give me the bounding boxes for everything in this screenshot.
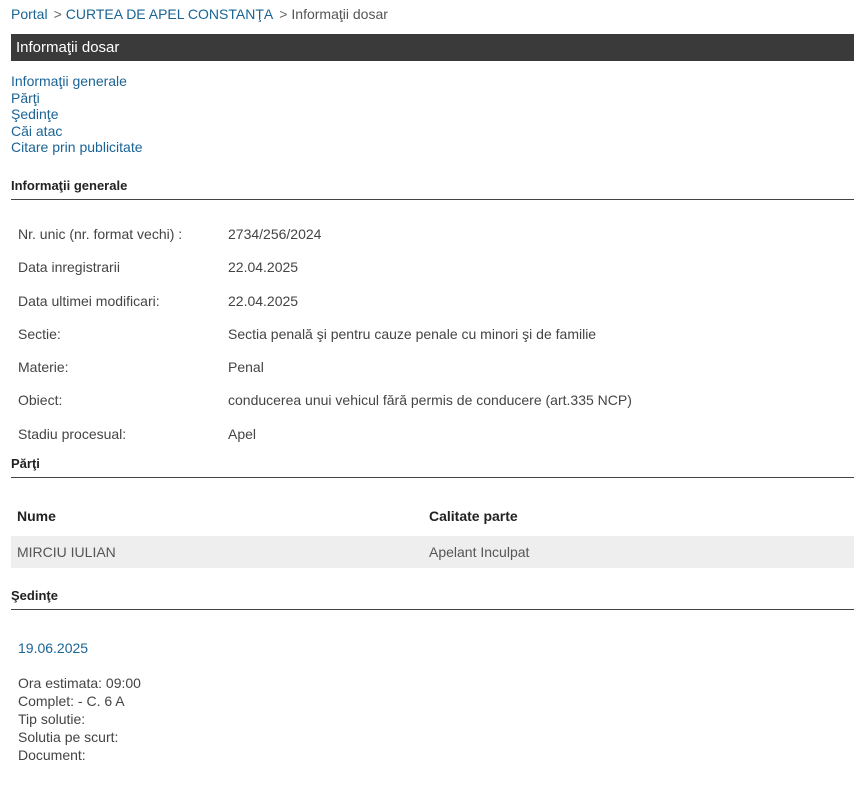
info-value: 22.04.2025	[228, 292, 299, 309]
session-detail: Tip solutie:	[18, 711, 86, 728]
info-value: conducerea unui vehicul fără permis de c…	[228, 392, 632, 409]
nav-link-citare[interactable]: Citare prin publicitate	[11, 139, 854, 156]
nav-link-sedinte[interactable]: Şedinţe	[11, 106, 854, 123]
page-title: Informaţii dosar	[11, 34, 854, 61]
breadcrumb-court-link[interactable]: CURTEA DE APEL CONSTANŢA	[66, 6, 273, 22]
info-row: Sectie: Sectia penală şi pentru cauze pe…	[11, 326, 854, 359]
session-detail: Document:	[18, 747, 86, 764]
info-value: Apel	[228, 425, 257, 442]
page: Portal > CURTEA DE APEL CONSTANŢA > Informaţ…	[11, 0, 854, 764]
table-header-row: Nume Calitate parte	[11, 508, 854, 534]
info-row: Stadiu procesual: Apel	[11, 426, 854, 459]
info-label: Materie:	[18, 359, 69, 376]
info-row: Nr. unic (nr. format vechi) : 2734/256/2…	[11, 226, 854, 259]
breadcrumb: Portal > CURTEA DE APEL CONSTANŢA > Informaţ…	[11, 0, 854, 30]
info-value: 22.04.2025	[228, 259, 299, 276]
info-value: Penal	[228, 359, 264, 376]
breadcrumb-separator: >	[279, 6, 288, 22]
parti-table: Nume Calitate parte MIRCIU IULIAN Apelan…	[11, 508, 854, 569]
column-header-role: Calitate parte	[429, 508, 518, 525]
session-detail: Complet: - C. 6 A	[18, 693, 125, 710]
session-detail: Ora estimata: 09:00	[18, 675, 141, 692]
info-label: Data ultimei modificari:	[18, 292, 160, 309]
nav-link-informatii-generale[interactable]: Informaţii generale	[11, 73, 854, 90]
party-role: Apelant Inculpat	[429, 544, 530, 561]
section-nav: Informaţii generale Părţi Şedinţe Căi at…	[11, 73, 854, 156]
breadcrumb-portal-link[interactable]: Portal	[11, 6, 48, 22]
section-heading-general: Informaţii generale	[11, 178, 854, 200]
session-date: 19.06.2025	[18, 640, 89, 657]
info-label: Data inregistrarii	[18, 259, 120, 276]
sedinte-block: 19.06.2025 Ora estimata: 09:00 Complet: …	[11, 640, 854, 764]
info-row: Obiect: conducerea unui vehicul fără per…	[11, 392, 854, 425]
section-heading-sedinte: Şedinţe	[11, 588, 854, 611]
info-label: Stadiu procesual:	[18, 425, 127, 442]
column-header-name: Nume	[17, 508, 56, 525]
info-row: Data ultimei modificari: 22.04.2025	[11, 293, 854, 326]
nav-link-cai-atac[interactable]: Căi atac	[11, 123, 854, 140]
breadcrumb-separator: >	[53, 6, 62, 22]
info-value: Sectia penală şi pentru cauze penale cu …	[228, 325, 597, 342]
info-value: 2734/256/2024	[228, 225, 322, 242]
session-details: Ora estimata: 09:00 Complet: - C. 6 A Ti…	[18, 674, 854, 764]
party-name: MIRCIU IULIAN	[17, 544, 116, 561]
info-row: Data inregistrarii 22.04.2025	[11, 259, 854, 292]
nav-link-parti[interactable]: Părţi	[11, 90, 854, 107]
info-row: Materie: Penal	[11, 359, 854, 392]
info-label: Sectie:	[18, 325, 61, 342]
info-label: Obiect:	[18, 392, 63, 409]
breadcrumb-current: Informaţii dosar	[291, 6, 388, 22]
info-label: Nr. unic (nr. format vechi) :	[18, 225, 183, 242]
session-detail: Solutia pe scurt:	[18, 729, 119, 746]
section-heading-parti: Părţi	[11, 456, 854, 479]
general-info-table: Nr. unic (nr. format vechi) : 2734/256/2…	[11, 226, 854, 459]
table-row: MIRCIU IULIAN Apelant Inculpat	[11, 536, 854, 569]
